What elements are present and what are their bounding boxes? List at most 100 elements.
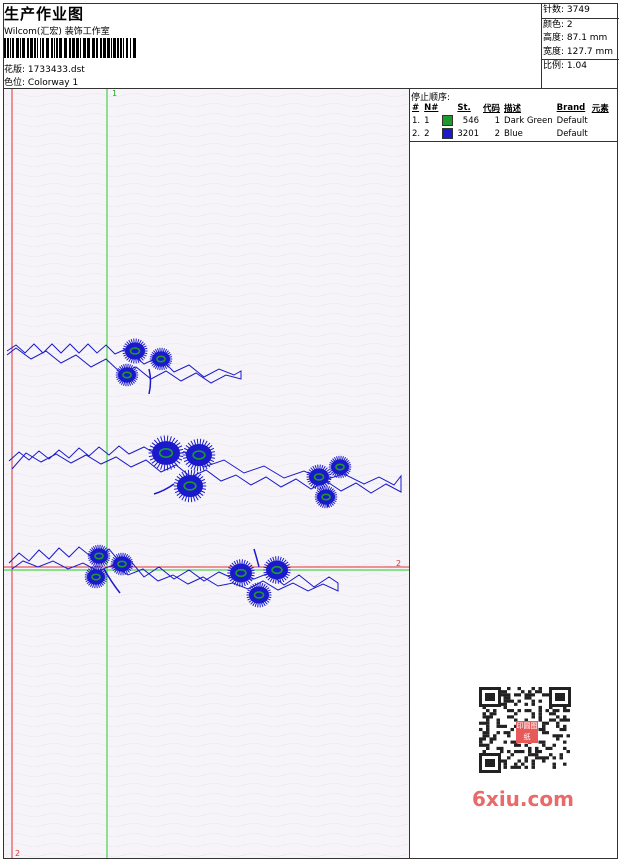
guide-marker-bottom: 2	[15, 849, 20, 858]
barcode-bar	[34, 38, 36, 58]
row-brand: Default	[556, 115, 588, 126]
qr-module	[514, 762, 518, 766]
qr-module	[521, 762, 525, 766]
qr-module	[503, 724, 507, 728]
qr-module	[542, 743, 546, 747]
barcode-bar	[80, 38, 81, 58]
qr-module	[545, 709, 549, 713]
qr-module	[528, 690, 532, 694]
qr-module	[486, 734, 490, 738]
qr-module	[489, 737, 493, 741]
qr-module	[552, 765, 556, 769]
watermark-text: 6xiu.com	[472, 787, 574, 811]
qr-module	[486, 724, 490, 728]
qr-module	[496, 724, 500, 728]
design-width: 宽度: 127.7 mm	[543, 46, 614, 57]
qr-module	[510, 715, 514, 719]
qr-module	[556, 721, 560, 725]
qr-module	[503, 699, 507, 703]
qr-module	[528, 709, 532, 713]
color-count: 颜色: 2	[543, 19, 573, 30]
qr-module	[503, 759, 507, 763]
qr-module	[528, 693, 532, 697]
qr-module	[517, 765, 521, 769]
qr-module	[486, 709, 490, 713]
qr-module	[563, 715, 567, 719]
qr-module	[493, 737, 497, 741]
qr-module	[549, 746, 553, 750]
barcode-bar	[103, 38, 106, 58]
qr-module	[538, 709, 542, 713]
barcode-bar	[59, 38, 62, 58]
qr-module	[500, 724, 504, 728]
barcode-bar	[83, 38, 86, 58]
qr-module	[542, 759, 546, 763]
qr-module	[559, 727, 563, 732]
qr-module	[507, 734, 511, 738]
barcode-bar	[42, 38, 44, 58]
qr-module	[535, 753, 539, 757]
barcode-bar	[40, 38, 41, 58]
qr-module	[507, 709, 511, 713]
qr-module	[545, 756, 549, 760]
qr-module	[556, 709, 560, 713]
qr-module	[542, 693, 546, 697]
table-bottom-line	[410, 141, 617, 142]
qr-module	[538, 727, 542, 732]
barcode-bar	[16, 38, 19, 58]
barcode-bar	[69, 38, 71, 58]
qr-module	[563, 724, 567, 728]
col-stitches: St.	[457, 102, 471, 113]
barcode-bar	[27, 38, 29, 58]
leaf-fill	[186, 443, 212, 467]
page-title: 生产作业图	[4, 5, 85, 23]
barcode-bar	[37, 38, 38, 58]
barcode	[4, 38, 136, 58]
qr-module	[503, 740, 507, 744]
qr-module	[556, 715, 560, 719]
barcode-bar	[54, 38, 55, 58]
qr-module	[489, 740, 493, 744]
qr-module	[531, 699, 535, 703]
leaf-fill	[266, 560, 288, 580]
leaf-fill	[118, 367, 136, 383]
qr-module	[486, 721, 490, 725]
qr-module	[535, 750, 539, 754]
qr-module	[528, 696, 532, 700]
qr-module	[552, 712, 556, 716]
qr-module	[566, 750, 570, 754]
leaf-fill	[230, 563, 252, 583]
qr-module	[479, 743, 483, 747]
qr-module	[528, 746, 532, 750]
barcode-bar	[111, 38, 112, 58]
qr-module	[496, 731, 500, 735]
qr-module	[542, 740, 546, 744]
qr-module	[531, 702, 535, 706]
qr-module	[531, 762, 535, 766]
qr-module	[514, 712, 518, 716]
qr-module	[552, 718, 556, 722]
qr-module	[507, 699, 511, 703]
qr-module	[510, 727, 514, 732]
qr-module	[531, 765, 535, 769]
qr-module	[500, 746, 504, 750]
qr-module	[479, 727, 483, 732]
color-swatch	[442, 128, 454, 139]
qr-module	[517, 687, 521, 691]
qr-module	[507, 696, 511, 700]
qr-module	[531, 693, 535, 697]
qr-module	[482, 715, 486, 719]
studio-name: Wilcom(汇宏) 装饰工作室	[4, 27, 110, 37]
leaf-fill	[152, 441, 180, 465]
qr-module	[482, 712, 486, 716]
qr-module	[524, 765, 528, 769]
design-file-label: 花版:	[4, 65, 26, 75]
qr-module	[552, 734, 556, 738]
qr-module	[552, 756, 556, 760]
qr-logo: 印圆图纸	[516, 721, 538, 743]
row-number: 2.	[412, 128, 421, 139]
qr-module	[486, 743, 490, 747]
qr-module	[538, 756, 542, 760]
col-description: 描述	[504, 103, 522, 114]
table-row: 2. 2 3201 2 Blue Default	[410, 127, 611, 140]
